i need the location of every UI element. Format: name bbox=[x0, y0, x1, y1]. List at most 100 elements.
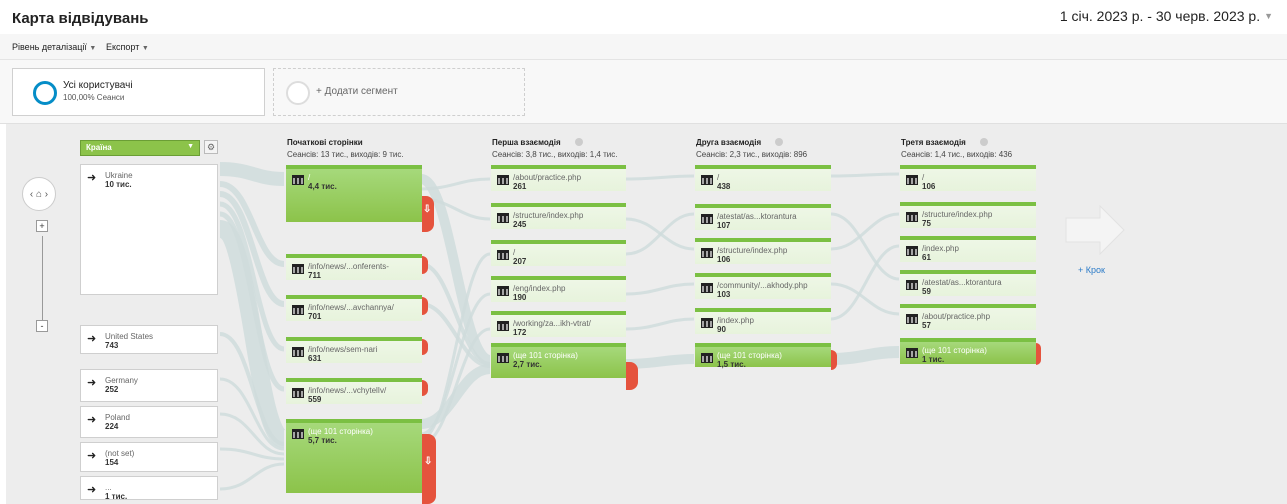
page-node[interactable]: /about/practice.php 57 bbox=[900, 304, 1036, 330]
country-label: Poland bbox=[105, 413, 130, 422]
country-value: 1 тис. bbox=[105, 492, 128, 501]
page-value: 631 bbox=[308, 354, 322, 363]
page-node[interactable]: /structure/index.php 245 bbox=[491, 203, 626, 229]
page-value: 559 bbox=[308, 395, 322, 404]
page-node[interactable]: (ще 101 сторінка) 1 тис. bbox=[900, 338, 1036, 364]
page-value: 245 bbox=[513, 220, 527, 229]
page-node[interactable]: /eng/index.php 190 bbox=[491, 276, 626, 302]
country-node[interactable]: ➜ (not set) 154 bbox=[80, 442, 218, 472]
column-title: Друга взаємодія bbox=[696, 138, 762, 147]
page-node[interactable]: / 106 bbox=[900, 165, 1036, 191]
page-node[interactable]: (ще 101 сторінка) 5,7 тис. bbox=[286, 419, 422, 493]
date-range-label: 1 січ. 2023 р. - 30 черв. 2023 р. bbox=[1059, 8, 1261, 24]
page-node[interactable]: /community/...akhody.php 103 bbox=[695, 273, 831, 299]
date-range-picker[interactable]: 1 січ. 2023 р. - 30 черв. 2023 р. ▼ bbox=[1060, 8, 1273, 24]
toolbar: Рівень деталізації ▼ Експорт ▼ bbox=[0, 34, 1287, 60]
page-node[interactable]: / 4,4 тис. bbox=[286, 165, 422, 222]
page-node[interactable]: /structure/index.php 75 bbox=[900, 202, 1036, 228]
page-icon bbox=[497, 175, 509, 185]
page-label: /atestat/as...ktorantura bbox=[717, 212, 797, 221]
add-step-link[interactable]: + Крок bbox=[1078, 265, 1105, 275]
page-label: /index.php bbox=[717, 316, 754, 325]
column-title: Третя взаємодія bbox=[901, 138, 966, 147]
column-header: Третя взаємодія Сеансів: 1,4 тис., виход… bbox=[901, 138, 1012, 159]
pan-control[interactable]: ‹ ⌂ › bbox=[22, 177, 56, 211]
page-value: 4,4 тис. bbox=[308, 182, 337, 191]
country-node[interactable]: ➜ Poland 224 bbox=[80, 406, 218, 438]
page-value: 261 bbox=[513, 182, 527, 191]
page-value: 90 bbox=[717, 325, 726, 334]
page-value: 701 bbox=[308, 312, 322, 321]
page-node[interactable]: /info/news/...vchytelIv/ 559 bbox=[286, 378, 422, 404]
page-node[interactable]: (ще 101 сторінка) 1,5 тис. bbox=[695, 343, 831, 369]
page-icon bbox=[906, 348, 918, 358]
page-label: (ще 101 сторінка) bbox=[308, 427, 373, 436]
page-label: / bbox=[308, 173, 311, 182]
exit-bar[interactable] bbox=[831, 350, 837, 370]
next-step-arrow-icon[interactable] bbox=[1064, 204, 1126, 256]
page-value: 61 bbox=[922, 253, 931, 262]
country-node[interactable]: ➜ Ukraine 10 тис. bbox=[80, 164, 218, 295]
gear-icon[interactable]: ⚙ bbox=[204, 140, 218, 154]
page-label: (ще 101 сторінка) bbox=[717, 351, 782, 360]
page-node[interactable]: /index.php 61 bbox=[900, 236, 1036, 262]
export-label: Експорт bbox=[106, 42, 140, 52]
page-icon bbox=[701, 214, 713, 224]
page-icon bbox=[906, 212, 918, 222]
export-menu[interactable]: Експорт ▼ bbox=[106, 42, 149, 52]
page-node[interactable]: /index.php 90 bbox=[695, 308, 831, 334]
page-value: 57 bbox=[922, 321, 931, 330]
page-value: 106 bbox=[717, 255, 731, 264]
page-node[interactable]: / 207 bbox=[491, 240, 626, 266]
page-label: /info/news/...vchytelIv/ bbox=[308, 386, 387, 395]
close-icon[interactable] bbox=[979, 138, 988, 146]
country-node[interactable]: ➜ ... 1 тис. bbox=[80, 476, 218, 501]
country-label: United States bbox=[105, 332, 154, 341]
column-header: Початкові сторінки Сеансів: 13 тис., вих… bbox=[287, 138, 404, 159]
page-node[interactable]: /info/news/...avchannya/ 701 bbox=[286, 295, 422, 321]
page-label: /working/za...ikh-vtrat/ bbox=[513, 319, 591, 328]
country-value: 10 тис. bbox=[105, 180, 132, 189]
page-node[interactable]: / 438 bbox=[695, 165, 831, 191]
page-icon bbox=[292, 347, 304, 357]
country-node[interactable]: ➜ Germany 252 bbox=[80, 369, 218, 402]
page-icon bbox=[701, 283, 713, 293]
exit-bar[interactable] bbox=[626, 362, 638, 390]
country-node[interactable]: ➜ United States 743 bbox=[80, 325, 218, 354]
country-label: ... bbox=[105, 483, 112, 492]
page-node[interactable]: (ще 101 сторінка) 2,7 тис. bbox=[491, 343, 626, 378]
page-node[interactable]: /working/za...ikh-vtrat/ 172 bbox=[491, 311, 626, 337]
chevron-down-icon: ▼ bbox=[1264, 11, 1273, 21]
page-label: (ще 101 сторінка) bbox=[513, 351, 578, 360]
zoom-in-button[interactable]: + bbox=[36, 220, 48, 232]
page-node[interactable]: /atestat/as...ktorantura 59 bbox=[900, 270, 1036, 296]
page-label: /info/news/sem-nari bbox=[308, 345, 378, 354]
close-icon[interactable] bbox=[775, 138, 784, 146]
page-node[interactable]: /about/practice.php 261 bbox=[491, 165, 626, 191]
home-pan-icon[interactable]: ‹ ⌂ › bbox=[22, 177, 56, 211]
detail-level-menu[interactable]: Рівень деталізації ▼ bbox=[12, 42, 96, 52]
chevron-down-icon: ▼ bbox=[141, 45, 149, 52]
entry-arrow-icon: ➜ bbox=[87, 172, 97, 184]
page-node[interactable]: /atestat/as...ktorantura 107 bbox=[695, 204, 831, 230]
exit-arrow-icon: ⇩ bbox=[424, 456, 433, 467]
detail-level-label: Рівень деталізації bbox=[12, 42, 87, 52]
entry-arrow-icon: ➜ bbox=[87, 450, 97, 462]
page-node[interactable]: /info/news/sem-nari 631 bbox=[286, 337, 422, 363]
page-value: 190 bbox=[513, 293, 527, 302]
segment-share: 100,00% Сеанси bbox=[63, 93, 125, 102]
dimension-select[interactable]: Країна ▼ bbox=[80, 140, 200, 156]
page-value: 711 bbox=[308, 271, 321, 280]
exit-bar[interactable] bbox=[422, 434, 436, 504]
page-value: 438 bbox=[717, 182, 731, 191]
close-icon[interactable] bbox=[574, 138, 583, 146]
segment-all-users[interactable]: Усі користувачі 100,00% Сеанси bbox=[12, 68, 265, 116]
zoom-slider[interactable] bbox=[42, 236, 43, 320]
flow-canvas[interactable]: ‹ ⌂ › + - Країна ▼ ⚙ ➜ Ukraine 10 тис. ➜… bbox=[6, 124, 1287, 504]
exit-bar[interactable] bbox=[1036, 343, 1041, 365]
zoom-out-button[interactable]: - bbox=[36, 320, 48, 332]
page-node[interactable]: /info/news/...onferents- 711 bbox=[286, 254, 422, 280]
add-segment-button[interactable]: + Додати сегмент bbox=[273, 68, 525, 116]
page-icon bbox=[292, 388, 304, 398]
page-node[interactable]: /structure/index.php 106 bbox=[695, 238, 831, 264]
